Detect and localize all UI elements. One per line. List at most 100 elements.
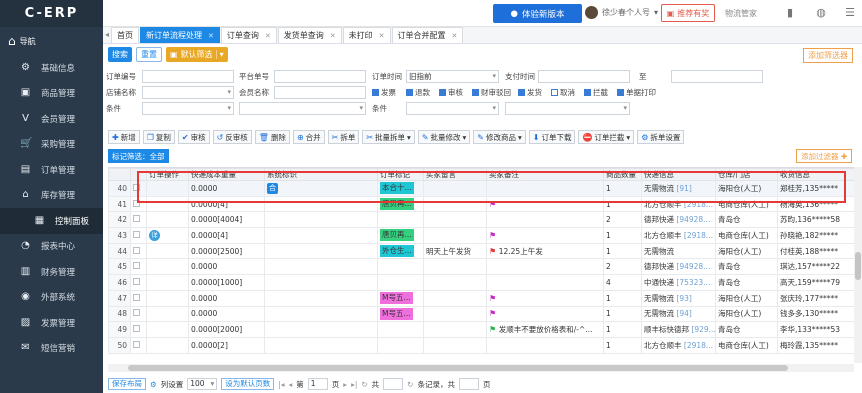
- sidebar-item-4[interactable]: ▤ 订单管理: [0, 157, 103, 183]
- checkbox-intercept[interactable]: 拦截: [584, 87, 608, 98]
- checkbox-audit[interactable]: 审核: [439, 87, 463, 98]
- chevron-down-icon[interactable]: ▾: [518, 133, 522, 142]
- tab-3[interactable]: 发货单查询 ✕: [277, 27, 342, 43]
- pay-time-start-input[interactable]: [538, 69, 630, 83]
- row-checkbox-cell[interactable]: [130, 211, 147, 229]
- action-button-8[interactable]: ✎ 批量修改 ▾: [417, 130, 471, 144]
- sidebar-item-11[interactable]: ✉ 短信营销: [0, 336, 103, 362]
- express-code[interactable]: [93]: [676, 294, 691, 303]
- checkbox-icon[interactable]: [133, 215, 140, 223]
- save-layout-button[interactable]: 保存布局: [108, 378, 146, 390]
- condition-select-2[interactable]: [406, 101, 499, 115]
- action-button-11[interactable]: ⛔ 订单拦截 ▾: [578, 130, 635, 144]
- action-button-9[interactable]: ✎ 修改商品 ▾: [473, 130, 526, 144]
- checkbox-icon[interactable]: [133, 293, 140, 301]
- row-checkbox-cell[interactable]: [130, 336, 147, 354]
- table-row[interactable]: 44 0.0000[2500] 外仓生... 明天上午发货 ⚑ 12.25上午发 1 无需物…: [108, 242, 854, 260]
- row-checkbox-cell[interactable]: [130, 321, 147, 338]
- nav-toggle[interactable]: ⌂ 导航: [0, 27, 103, 55]
- express-code[interactable]: [94928...: [676, 215, 710, 224]
- order-op-cell[interactable]: [146, 289, 189, 307]
- row-checkbox-cell[interactable]: [130, 242, 147, 260]
- checkbox-icon[interactable]: [133, 262, 140, 270]
- last-page-icon[interactable]: ▸|: [351, 380, 357, 389]
- sidebar-item-6[interactable]: ▦ 控制面板: [0, 208, 103, 234]
- action-button-1[interactable]: ❐ 复制: [142, 130, 175, 144]
- reset-button[interactable]: 重置: [136, 47, 162, 62]
- mark-filter-button[interactable]: 标记筛选：全部: [108, 149, 169, 163]
- column-header-0[interactable]: [108, 168, 131, 181]
- express-code[interactable]: [94928...: [676, 262, 710, 271]
- table-row[interactable]: 45 0.0000 2 德邦快递 [94928... 青岛仓 琪达,157*****22: [108, 258, 854, 276]
- shop-name-select[interactable]: [142, 85, 234, 99]
- hscroll-thumb[interactable]: [128, 365, 788, 371]
- row-checkbox-cell[interactable]: [130, 274, 147, 291]
- express-code[interactable]: [94]: [676, 309, 691, 318]
- row-checkbox-cell[interactable]: [130, 258, 147, 276]
- add-filter-button[interactable]: 添加筛选器: [803, 48, 853, 63]
- tab-scroll-left-icon[interactable]: ◂: [103, 27, 111, 43]
- action-button-2[interactable]: ✔ 审核: [177, 130, 210, 144]
- sidebar-item-7[interactable]: ◔ 报表中心: [0, 234, 103, 260]
- set-default-button[interactable]: 设为默认页数: [221, 378, 275, 390]
- checkbox-icon[interactable]: [133, 277, 140, 285]
- globe-icon[interactable]: ◍: [814, 6, 828, 20]
- order-op-cell[interactable]: [146, 336, 189, 354]
- table-row[interactable]: 42 0.0000[4004] 2 德邦快递 [94928... 青岛仓 苏昀,136**…: [108, 211, 854, 229]
- checkbox-icon[interactable]: [133, 340, 140, 348]
- logistics-link[interactable]: 物流管家: [725, 8, 757, 19]
- chevron-down-icon[interactable]: ▾: [407, 133, 411, 142]
- checkbox-cancel[interactable]: 取消: [551, 87, 575, 98]
- sidebar-item-9[interactable]: ◉ 外部系统: [0, 285, 103, 311]
- sidebar-item-10[interactable]: ▨ 发票管理: [0, 310, 103, 336]
- express-code[interactable]: [2918...: [684, 231, 713, 240]
- tab-2[interactable]: 订单查询 ✕: [220, 27, 277, 43]
- pay-time-end-input[interactable]: [671, 69, 763, 83]
- sidebar-item-0[interactable]: ⚙ 基础信息: [0, 55, 103, 81]
- column-settings-link[interactable]: 列设置: [161, 379, 184, 390]
- checkbox-icon[interactable]: [133, 309, 140, 317]
- checkbox-invoice[interactable]: 发票: [372, 87, 396, 98]
- order-no-input[interactable]: [142, 69, 234, 83]
- next-page-icon[interactable]: ▸: [343, 380, 347, 389]
- user-menu[interactable]: 徐少春个人号 ▾: [585, 6, 658, 19]
- platform-no-input[interactable]: [274, 69, 366, 83]
- order-time-select[interactable]: 旧指前: [406, 69, 499, 83]
- checkbox-print[interactable]: 单据打印: [617, 87, 656, 98]
- sidebar-item-5[interactable]: ⌂ 库存管理: [0, 183, 103, 209]
- action-button-3[interactable]: ↺ 反审核: [212, 130, 252, 144]
- detail-badge[interactable]: 详: [149, 229, 160, 241]
- vertical-scrollbar[interactable]: [854, 167, 862, 363]
- member-name-input[interactable]: [274, 85, 366, 99]
- checkbox-icon[interactable]: [133, 325, 140, 333]
- order-op-cell[interactable]: [146, 321, 189, 338]
- tab-1[interactable]: 新订单流程处理 ✕: [140, 27, 220, 43]
- chevron-down-icon[interactable]: ▾: [626, 133, 630, 142]
- menu-icon[interactable]: ☰: [843, 6, 857, 20]
- close-icon[interactable]: ✕: [265, 32, 271, 40]
- checkbox-icon[interactable]: [133, 230, 140, 238]
- prev-page-icon[interactable]: ◂: [289, 380, 293, 389]
- table-row[interactable]: 46 0.0000[1000] 4 中通快递 [75323... 青岛仓 高天,159**…: [108, 274, 854, 291]
- express-code[interactable]: [929...: [691, 325, 714, 334]
- first-page-icon[interactable]: |◂: [278, 380, 284, 389]
- chevron-down-icon[interactable]: ▾: [463, 133, 467, 142]
- express-code[interactable]: [2918...: [684, 341, 713, 350]
- new-version-button[interactable]: ● 体验新版本: [493, 4, 582, 23]
- table-row[interactable]: 47 0.0000 M号五... ⚑ 1 无需物流 [93] 海阳仓(人工) 张庆玲,177…: [108, 289, 854, 307]
- order-op-cell[interactable]: [146, 242, 189, 260]
- checkbox-finance-reject[interactable]: 财审驳回: [472, 87, 511, 98]
- express-code[interactable]: [75323...: [676, 278, 710, 287]
- tab-4[interactable]: 未打印 ✕: [342, 27, 391, 43]
- sidebar-item-3[interactable]: 🛒 采购管理: [0, 132, 103, 158]
- condition-select-1[interactable]: [142, 101, 234, 115]
- action-button-12[interactable]: ⚙ 拆单设置: [637, 130, 685, 144]
- table-row[interactable]: 49 0.0000[2000] ⚑ 发顺丰不要放价格表和/-^... 1 顺丰标快德邦 …: [108, 321, 854, 338]
- table-row[interactable]: 50 0.0000[2] 1 北方仓顺丰 [2918... 电商仓库(人工) 梅玲霞,13…: [108, 336, 854, 354]
- action-button-0[interactable]: ✚ 新增: [108, 130, 140, 144]
- table-row[interactable]: 48 0.0000 M号五... ⚑ 1 无需物流 [94] 海阳仓(人工) 钱多多,130…: [108, 305, 854, 323]
- tab-0[interactable]: 首页: [111, 27, 139, 43]
- checkbox-ship[interactable]: 发货: [518, 87, 542, 98]
- sidebar-item-8[interactable]: ▥ 财务管理: [0, 259, 103, 285]
- refresh-icon[interactable]: ↻: [361, 380, 367, 389]
